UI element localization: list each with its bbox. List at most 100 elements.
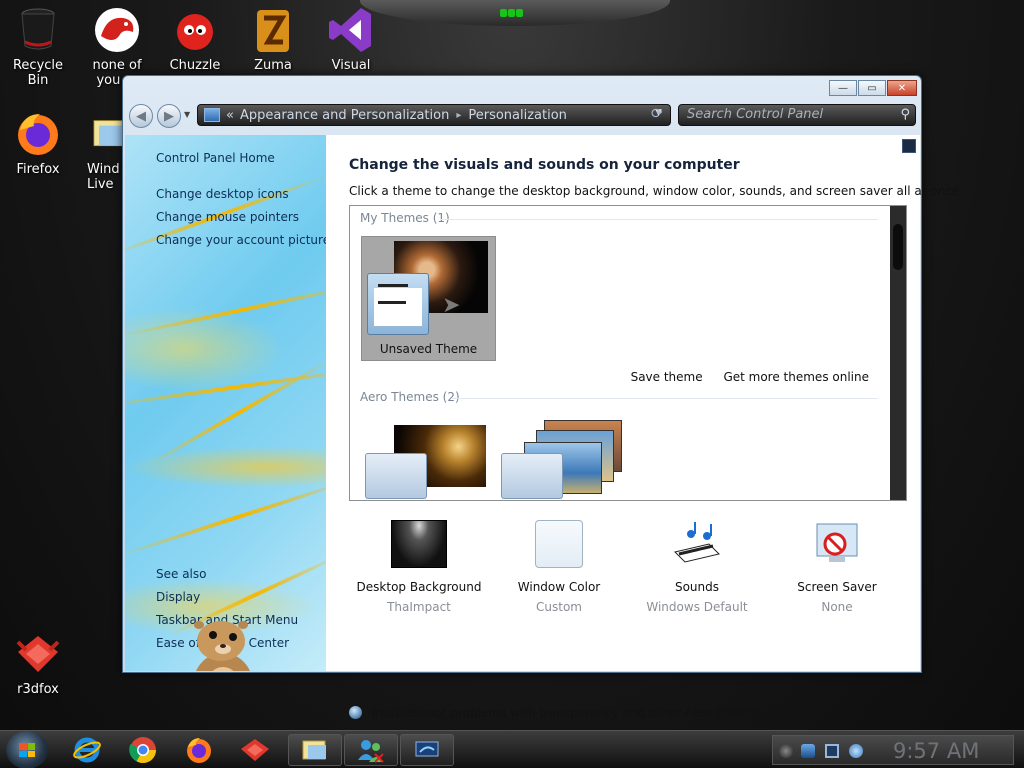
themes-list: My Themes (1) ➤ Unsaved Theme Save theme…	[349, 205, 907, 501]
help-icon[interactable]	[902, 139, 916, 153]
search-icon[interactable]: ⚲	[900, 107, 910, 123]
desktop-icon-recycle-bin[interactable]: Recycle Bin	[0, 6, 76, 88]
sounds-option[interactable]: Sounds Windows Default	[627, 520, 767, 614]
visual-studio-icon	[329, 8, 371, 52]
desktop-background-icon	[391, 520, 447, 568]
desktop-top-decoration	[360, 0, 670, 26]
address-overflow[interactable]: «	[226, 108, 234, 123]
desktop-icon-label: Bin	[27, 73, 49, 88]
firefox-icon	[18, 114, 58, 155]
clock[interactable]: 9:57 AM	[893, 739, 979, 763]
option-value: Windows Default	[646, 600, 748, 614]
group-divider	[452, 398, 878, 399]
desktop-icon-label: r3dfox	[17, 682, 59, 697]
refresh-icon[interactable]: ⟳	[651, 106, 663, 122]
themes-scrollbar[interactable]	[890, 206, 906, 500]
forward-arrow-icon: ▶	[164, 108, 174, 124]
breadcrumb-appearance[interactable]: Appearance and Personalization	[240, 108, 449, 123]
taskbar-firefox[interactable]	[172, 734, 226, 766]
navigation-bar: ◀ ▶ ▼ « Appearance and Personalization ▸…	[123, 102, 921, 132]
my-themes-heading: My Themes (1)	[360, 211, 450, 225]
windows-logo-icon	[19, 743, 35, 757]
breadcrumb-separator-icon[interactable]: ▸	[456, 110, 461, 121]
desktop-icon-zuma[interactable]: Zuma	[235, 6, 311, 73]
display-icon	[415, 741, 439, 757]
theme-unsaved[interactable]: ➤ Unsaved Theme	[361, 236, 496, 361]
desktop-icon-label: Firefox	[16, 162, 60, 177]
internet-explorer-icon	[73, 737, 101, 763]
troubleshoot-icon	[349, 706, 362, 719]
maximize-button[interactable]: ▭	[858, 80, 886, 96]
option-title: Screen Saver	[797, 580, 877, 594]
recent-pages-dropdown-icon[interactable]: ▼	[184, 110, 190, 119]
desktop-icon-label: Live	[87, 177, 114, 192]
aero-themes-heading: Aero Themes (2)	[360, 390, 460, 404]
control-panel-home-link[interactable]: Control Panel Home	[156, 151, 275, 165]
volume-icon[interactable]	[849, 744, 863, 758]
desktop-icon-label: Chuzzle	[169, 58, 221, 73]
theme-name: Unsaved Theme	[379, 342, 478, 356]
breadcrumb-personalization[interactable]: Personalization	[468, 108, 567, 123]
search-input[interactable]: Search Control Panel ⚲	[678, 104, 916, 126]
taskbar-control-panel[interactable]	[288, 734, 342, 766]
chuzzle-icon	[177, 14, 213, 50]
firefox-icon	[187, 738, 211, 763]
theme-actions: Save theme Get more themes online	[631, 370, 869, 384]
see-also-heading: See also	[156, 567, 207, 581]
change-account-picture-link[interactable]: Change your account picture	[156, 233, 326, 247]
desktop-icon-firefox[interactable]: Firefox	[0, 110, 76, 177]
desktop-icon-visual[interactable]: Visual	[313, 6, 389, 73]
window-color-option[interactable]: Window Color Custom	[489, 520, 629, 614]
change-desktop-icons-link[interactable]: Change desktop icons	[156, 187, 289, 201]
group-divider	[440, 219, 878, 220]
tray-app-icon[interactable]	[779, 744, 793, 758]
personalization-window: — ▭ ✕ ◀ ▶ ▼ « Appearance and Personaliza…	[122, 75, 963, 720]
start-button[interactable]	[6, 731, 48, 768]
address-bar[interactable]: « Appearance and Personalization ▸ Perso…	[197, 104, 671, 126]
left-pane: Control Panel Home Change desktop icons …	[125, 135, 326, 671]
close-button[interactable]: ✕	[887, 80, 917, 96]
desktop-background-option[interactable]: Desktop Background ThaImpact	[349, 520, 489, 614]
desktop-icon-label: Visual	[331, 58, 371, 73]
option-value: ThaImpact	[387, 600, 451, 614]
desktop-icon-chuzzle[interactable]: Chuzzle	[157, 6, 233, 73]
troubleshoot-label: Troubleshoot problems with transparency …	[369, 706, 757, 720]
sounds-icon	[674, 522, 720, 563]
change-mouse-pointers-link[interactable]: Change mouse pointers	[156, 210, 299, 224]
minimize-button[interactable]: —	[829, 80, 857, 96]
screen-saver-icon	[816, 523, 858, 562]
control-panel-icon	[302, 740, 326, 760]
page-title: Change the visuals and sounds on your co…	[349, 157, 740, 173]
option-title: Window Color	[517, 580, 601, 594]
forward-button[interactable]: ▶	[157, 104, 181, 128]
back-button[interactable]: ◀	[129, 104, 153, 128]
gopher-mascot	[194, 621, 250, 671]
cursor-icon: ➤	[442, 293, 461, 318]
desktop-icon-r3dfox[interactable]: r3dfox	[0, 630, 76, 697]
scrollbar-thumb[interactable]	[893, 224, 903, 270]
taskbar-r3dfox[interactable]	[228, 734, 282, 766]
zuma-icon	[257, 10, 289, 52]
option-title: Desktop Background	[356, 580, 482, 594]
taskbar-internet-explorer[interactable]	[60, 734, 114, 766]
network-icon[interactable]	[825, 744, 839, 758]
chrome-icon	[129, 737, 157, 764]
title-bar[interactable]: — ▭ ✕	[123, 76, 921, 102]
desktop-icon-windows-live[interactable]: Wind Live	[79, 110, 123, 192]
window-controls: — ▭ ✕	[829, 80, 917, 96]
display-link[interactable]: Display	[156, 590, 200, 604]
get-more-themes-link[interactable]: Get more themes online	[723, 370, 869, 384]
theme-preview-window	[501, 453, 563, 499]
desktop-icon-label: none of	[92, 58, 142, 73]
taskbar-chrome[interactable]	[116, 734, 170, 766]
desktop-icon-label: Wind	[87, 162, 120, 177]
theme-preview-window	[367, 273, 429, 335]
recycle-bin-icon	[21, 8, 55, 50]
taskbar-users[interactable]	[344, 734, 398, 766]
shield-icon[interactable]	[801, 744, 815, 758]
save-theme-link[interactable]: Save theme	[631, 370, 703, 384]
screen-saver-option[interactable]: Screen Saver None	[767, 520, 907, 614]
desktop-icon-label: Zuma	[254, 58, 292, 73]
troubleshoot-link[interactable]: Troubleshoot problems with transparency …	[349, 706, 756, 720]
taskbar-display[interactable]	[400, 734, 454, 766]
